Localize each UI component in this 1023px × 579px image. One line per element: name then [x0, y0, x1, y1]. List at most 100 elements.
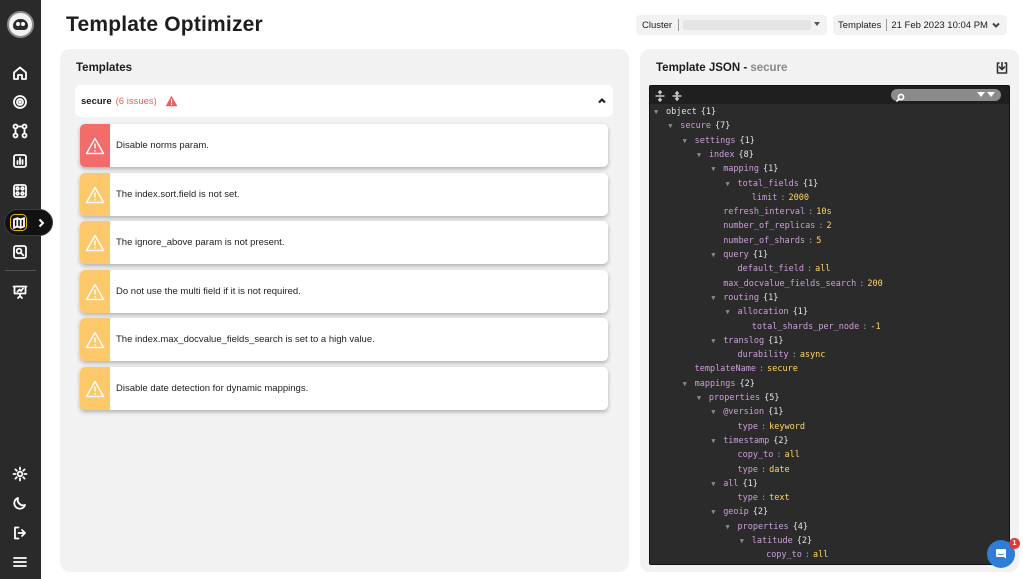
json-value[interactable]: all [784, 450, 799, 460]
expand-toggle-icon[interactable]: ▼ [711, 248, 723, 262]
expand-toggle-icon[interactable]: ▼ [726, 177, 738, 191]
nodes-icon[interactable] [9, 120, 31, 142]
page-title: Template Optimizer [66, 13, 263, 36]
json-child-count: {1} [763, 292, 779, 303]
expand-toggle-icon[interactable]: ▼ [697, 148, 709, 162]
chevron-right-icon[interactable] [35, 216, 47, 228]
expand-toggle-icon[interactable]: ▼ [711, 505, 723, 519]
json-colon: : [760, 464, 767, 475]
issue-item[interactable]: The index.sort.field is not set. [80, 173, 608, 216]
json-tree-row[interactable]: ▼ query {1} [711, 248, 768, 262]
json-tree-row[interactable]: ▼ mappings {2} [683, 377, 755, 391]
json-search-input[interactable] [891, 89, 1001, 103]
expand-toggle-icon[interactable]: ▼ [711, 334, 723, 348]
json-tree-row[interactable]: ▼ @version {1} [711, 405, 783, 419]
bar-chart-icon[interactable] [9, 150, 31, 172]
json-tree-row[interactable]: ▼ total_fields {1} [726, 177, 819, 191]
sidebar [0, 0, 53, 579]
json-tree-row[interactable]: ▼ all {1} [711, 477, 758, 491]
json-value[interactable]: text [769, 493, 789, 503]
expand-toggle-icon[interactable]: ▼ [711, 434, 723, 448]
moon-icon[interactable] [9, 492, 31, 514]
json-value[interactable]: async [800, 350, 826, 360]
json-key: limit [751, 192, 778, 203]
json-tree-row[interactable]: ▼ allocation {1} [726, 305, 809, 319]
expand-toggle-icon[interactable]: ▼ [740, 534, 752, 548]
json-value[interactable]: date [769, 465, 789, 475]
json-tree-row[interactable]: ▼ object {1} [654, 105, 716, 119]
json-value[interactable]: 10s [816, 207, 831, 217]
json-value[interactable]: secure [767, 364, 798, 374]
json-tree-row[interactable]: ▼ properties {4} [726, 520, 809, 534]
json-colon: : [807, 264, 813, 275]
issue-item[interactable]: The index.max_docvalue_fields_search is … [80, 318, 608, 361]
json-tree-row[interactable]: ▼ latitude {2} [740, 534, 812, 548]
json-tree-row[interactable]: ▼ translog {1} [711, 334, 783, 348]
json-tree-row: number_of_replicas:2 [723, 219, 831, 233]
issue-item[interactable]: The ignore_above param is not present. [80, 221, 608, 264]
issue-text: The index.sort.field is not set. [116, 189, 240, 200]
json-tree-row[interactable]: ▼ properties {5} [697, 391, 780, 405]
map-icon [10, 214, 27, 231]
expand-toggle-icon[interactable]: ▼ [726, 305, 738, 319]
target-icon[interactable] [9, 91, 31, 113]
json-tree-row[interactable]: ▼ mapping {1} [711, 162, 778, 176]
json-child-count: {1} [752, 250, 769, 260]
expand-toggle-icon[interactable]: ▼ [697, 391, 709, 405]
issue-item[interactable]: Disable date detection for dynamic mappi… [80, 367, 608, 410]
json-colon: : [791, 350, 797, 361]
template-time-select[interactable]: Templates 21 Feb 2023 10:04 PM [833, 15, 1007, 35]
json-child-count: {1} [802, 178, 819, 189]
template-accordion-header[interactable]: secure (6 issues) [75, 85, 613, 117]
json-tree-row[interactable]: ▼ routing {1} [711, 291, 778, 305]
presentation-icon[interactable] [9, 281, 31, 303]
json-editor[interactable]: ▼ object {1} ▼ secure {7} ▼ settings {1} ▼ index {8… [649, 85, 1010, 565]
expand-toggle-icon[interactable]: ▼ [683, 134, 695, 148]
expand-toggle-icon[interactable]: ▼ [711, 405, 723, 419]
expand-toggle-icon[interactable]: ▼ [668, 119, 680, 133]
timestamp-value: 21 Feb 2023 10:04 PM [891, 19, 988, 31]
app-logo[interactable] [7, 11, 34, 38]
json-value[interactable]: keyword [769, 422, 805, 432]
cluster-select[interactable]: Cluster [636, 15, 827, 35]
expand-toggle-icon[interactable]: ▼ [711, 162, 723, 176]
json-value[interactable]: all [815, 264, 830, 274]
json-tree-row[interactable]: ▼ geoip {2} [711, 505, 768, 519]
editor-toolbar [650, 86, 1009, 104]
settings-icon[interactable] [9, 463, 31, 485]
json-value[interactable]: -1 [870, 322, 880, 332]
home-icon[interactable] [9, 62, 31, 84]
json-value[interactable]: 200 [867, 279, 882, 289]
json-value[interactable]: all [813, 550, 828, 560]
expand-all-icon[interactable] [654, 89, 666, 103]
json-tree-row: limit:2000 [752, 191, 809, 205]
expand-toggle-icon[interactable]: ▼ [711, 291, 723, 305]
json-tree-row: max_docvalue_fields_search:200 [723, 277, 883, 291]
search-nav-arrows[interactable] [977, 92, 995, 97]
json-value[interactable]: 5 [816, 236, 821, 246]
chevron-up-icon[interactable] [597, 96, 607, 106]
json-value[interactable]: 2 [826, 221, 831, 231]
json-tree-row[interactable]: ▼ settings {1} [683, 134, 755, 148]
json-tree-row[interactable]: ▼ secure {7} [668, 119, 730, 133]
issue-count: (6 issues) [115, 95, 157, 107]
collapse-all-icon[interactable] [671, 89, 683, 101]
logout-icon[interactable] [9, 522, 31, 544]
json-tree-row[interactable]: ▼ timestamp {2} [711, 434, 788, 448]
expand-toggle-icon[interactable]: ▼ [654, 105, 666, 119]
menu-icon[interactable] [9, 551, 31, 573]
expand-toggle-icon[interactable]: ▼ [683, 377, 695, 391]
issue-item[interactable]: Disable norms param. [80, 124, 608, 167]
json-value[interactable]: 2000 [789, 193, 809, 203]
expand-toggle-icon[interactable]: ▼ [726, 520, 738, 534]
json-child-count: {2} [739, 378, 755, 389]
download-icon[interactable] [995, 61, 1009, 75]
issue-severity-strip [80, 367, 110, 410]
json-tree-row[interactable]: ▼ index {8} [697, 148, 754, 162]
issue-item[interactable]: Do not use the multi field if it is not … [80, 270, 608, 313]
search-report-icon[interactable] [9, 241, 31, 263]
json-key: default_field [737, 264, 805, 275]
grid-icon[interactable] [9, 180, 31, 202]
sidebar-item-active[interactable] [4, 209, 53, 236]
expand-toggle-icon[interactable]: ▼ [711, 477, 723, 491]
